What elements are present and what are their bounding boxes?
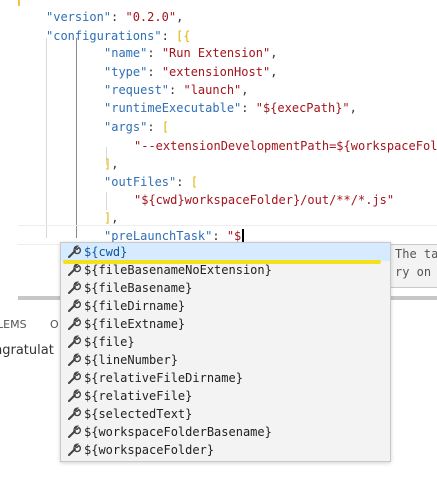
code-token: "preLaunchTask" <box>104 229 213 243</box>
suggest-item-label: ${relativeFileDirname} <box>84 371 243 385</box>
wrench-icon <box>66 424 82 440</box>
code-token: [ <box>190 175 198 189</box>
code-token: , <box>349 101 357 115</box>
suggest-item-label: ${fileExtname} <box>84 317 186 331</box>
code-token: "runtimeExecutable" <box>104 101 242 115</box>
suggest-item-label: ${lineNumber} <box>84 353 178 367</box>
suggest-item[interactable]: ${workspaceFolder} <box>61 441 390 459</box>
wrench-icon <box>66 298 82 314</box>
code-token: "name" <box>104 46 148 60</box>
code-line: "name": "Run Extension", <box>104 44 277 62</box>
code-token: : <box>241 101 256 115</box>
code-token: "Run Extension" <box>161 46 271 60</box>
wrench-icon <box>66 316 82 332</box>
code-token: "$ <box>226 229 242 243</box>
code-line: "version": "0.2.0", <box>46 8 183 26</box>
code-line: "${cwd}workspaceFolder}/out/**/*.js" <box>134 191 394 209</box>
code-line: "outFiles": [ <box>104 173 198 191</box>
suggest-item-label: ${fileDirname} <box>84 299 186 313</box>
tab-problems[interactable]: LEMS <box>0 318 27 331</box>
suggest-item-label: ${cwd} <box>84 245 128 259</box>
code-token: : <box>161 29 177 43</box>
code-token: [{ <box>176 29 191 43</box>
code-line: "type": "extensionHost", <box>104 63 277 81</box>
code-token: : <box>169 83 184 97</box>
wrench-icon <box>66 370 82 386</box>
code-token: : <box>147 65 162 79</box>
suggest-widget[interactable]: ${cwd} ${fileBasenameNoExtension} ${fileBa… <box>60 242 391 462</box>
suggest-item-label: ${file} <box>84 335 135 349</box>
suggest-item-label: ${relativeFile} <box>84 389 193 403</box>
code-token: , <box>241 83 249 97</box>
suggest-item[interactable]: ${cwd} <box>61 243 390 261</box>
code-token: , <box>111 157 119 171</box>
code-token: : <box>212 229 227 243</box>
code-line: "--extensionDevelopmentPath=${workspaceF… <box>134 137 437 155</box>
code-token: "${execPath}" <box>255 101 350 115</box>
code-token: "0.2.0" <box>125 10 177 24</box>
code-token: : <box>176 175 191 189</box>
highlight-underline <box>63 260 381 264</box>
suggest-details-panel: The ta ry on <box>390 244 437 288</box>
code-token: , <box>176 10 184 24</box>
code-token: , <box>111 211 119 225</box>
code-token: "launch" <box>183 83 242 97</box>
wrench-icon <box>66 244 82 260</box>
code-token: "extensionHost" <box>161 65 271 79</box>
suggest-item[interactable]: ${relativeFileDirname} <box>61 369 390 387</box>
code-token: "${cwd}workspaceFolder}/out/**/*.js" <box>134 193 395 207</box>
details-line: The ta <box>395 247 437 261</box>
code-line: ], <box>104 155 118 173</box>
wrench-icon <box>66 352 82 368</box>
suggest-item[interactable]: ${fileDirname} <box>61 297 390 315</box>
wrench-icon <box>66 442 82 458</box>
code-token: "version" <box>46 10 112 24</box>
indent-guide-active <box>76 38 77 238</box>
code-line: ], <box>104 209 118 227</box>
code-token: : <box>147 120 162 134</box>
code-line: "runtimeExecutable": "${execPath}", <box>104 99 357 117</box>
code-token: , <box>270 65 278 79</box>
wrench-icon <box>66 388 82 404</box>
wrench-icon <box>66 262 82 278</box>
gutter-change-marker <box>18 0 20 6</box>
suggest-item-label: ${workspaceFolder} <box>84 443 215 457</box>
suggest-item[interactable]: ${lineNumber} <box>61 351 390 369</box>
indent-guide <box>106 192 107 210</box>
suggest-item-label: ${fileBasename} <box>84 281 193 295</box>
suggest-item[interactable]: ${workspaceFolderBasename} <box>61 423 390 441</box>
suggest-item[interactable]: ${selectedText} <box>61 405 390 423</box>
indent-guide <box>46 38 47 238</box>
code-token: "request" <box>104 83 170 97</box>
suggest-item-label: ${selectedText} <box>84 407 193 421</box>
code-token: "type" <box>104 65 148 79</box>
suggest-item[interactable]: ${file} <box>61 333 390 351</box>
wrench-icon <box>66 280 82 296</box>
code-token: , <box>270 46 278 60</box>
tab-output[interactable]: O <box>50 318 59 331</box>
suggest-item[interactable]: ${fileBasename} <box>61 279 390 297</box>
code-token: "--extensionDevelopmentPath=${workspaceF… <box>134 139 437 153</box>
details-line: ry on <box>395 265 432 279</box>
wrench-icon <box>66 406 82 422</box>
wrench-icon <box>66 334 82 350</box>
suggest-item[interactable]: ${relativeFile} <box>61 387 390 405</box>
suggest-item[interactable]: ${fileExtname} <box>61 315 390 333</box>
code-line: "args": [ <box>104 118 169 136</box>
code-token: [ <box>161 120 170 134</box>
code-token: "configurations" <box>46 29 162 43</box>
code-token: : <box>111 10 126 24</box>
code-line: "configurations": [{ <box>46 27 191 45</box>
code-token: "outFiles" <box>104 175 177 189</box>
code-token: "args" <box>104 120 148 134</box>
suggest-item-label: ${workspaceFolderBasename} <box>84 425 272 439</box>
code-line: "request": "launch", <box>104 81 249 99</box>
panel-output-text: ngratulat <box>0 343 54 358</box>
code-token: : <box>147 46 162 60</box>
